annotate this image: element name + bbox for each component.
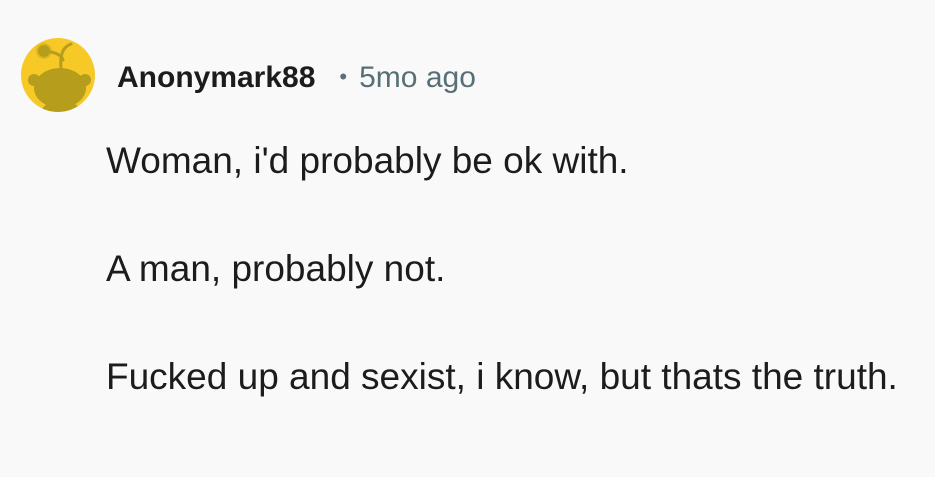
comment: Anonymark88 • 5mo ago Woman, i'd probabl… [0,0,935,477]
comment-paragraph: Woman, i'd probably be ok with. [106,140,629,181]
comment-paragraph: A man, probably not. [106,248,446,289]
avatar[interactable] [21,28,95,124]
timestamp[interactable]: 5mo ago [359,61,476,95]
comment-header: Anonymark88 • 5mo ago [117,56,476,100]
username-link[interactable]: Anonymark88 [117,61,315,95]
meta-separator: • [339,64,348,89]
comment-body: Woman, i'd probably be ok with. A man, p… [106,134,921,404]
snoo-avatar-icon [21,38,95,112]
comment-paragraph: Fucked up and sexist, i know, but thats … [106,356,898,397]
